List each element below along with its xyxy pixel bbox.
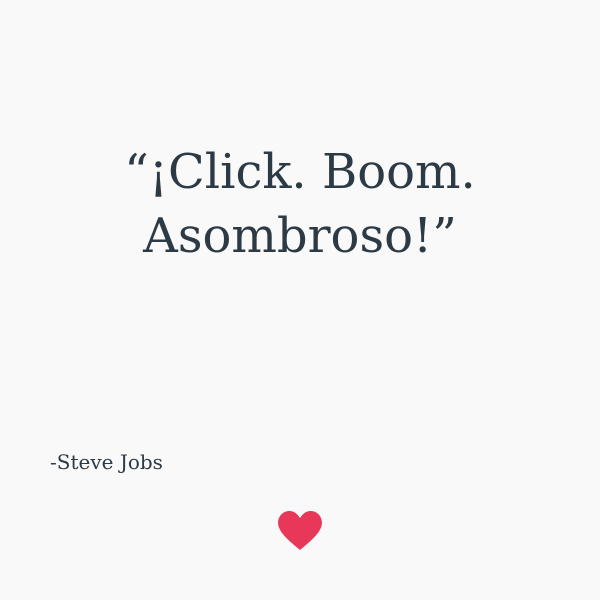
quote-line-1: “¡Click. Boom. <box>124 144 476 200</box>
quote-author: -Steve Jobs <box>50 450 163 474</box>
heart-icon <box>277 508 323 552</box>
quote-card: “¡Click. Boom. Asombroso!” -Steve Jobs <box>0 0 600 600</box>
quote-line-2: Asombroso!” <box>143 208 457 264</box>
heart-shape <box>278 511 322 550</box>
quote-text: “¡Click. Boom. Asombroso!” <box>40 140 560 268</box>
like-button[interactable] <box>277 508 323 552</box>
